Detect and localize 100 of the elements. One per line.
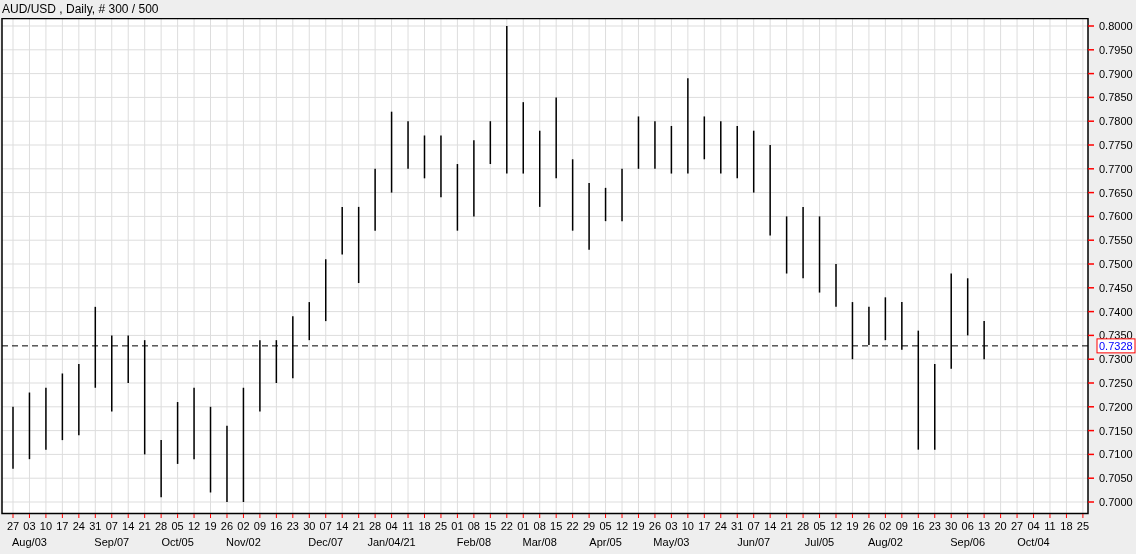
month-label: Sep/06 bbox=[950, 536, 986, 548]
date-label: 23 bbox=[286, 520, 299, 532]
price-label: 0.7750 bbox=[1099, 139, 1133, 151]
date-label: 08 bbox=[467, 520, 480, 532]
date-label: 27 bbox=[1010, 520, 1024, 532]
date-label: 04 bbox=[385, 520, 398, 532]
date-label: 09 bbox=[895, 520, 908, 532]
date-label: 08 bbox=[533, 520, 546, 532]
month-label: Jan/04/21 bbox=[367, 536, 416, 548]
date-label: 30 bbox=[303, 520, 316, 532]
price-label: 0.7300 bbox=[1099, 353, 1133, 366]
date-label: 19 bbox=[846, 520, 859, 532]
date-label: 07 bbox=[747, 520, 760, 532]
date-label: 21 bbox=[780, 520, 793, 532]
date-label: 17 bbox=[56, 520, 69, 532]
date-label: 02 bbox=[237, 520, 250, 532]
date-label: 01 bbox=[517, 520, 530, 532]
price-label: 0.7800 bbox=[1099, 115, 1133, 128]
date-label: 07 bbox=[105, 520, 118, 532]
date-label: 15 bbox=[484, 520, 497, 532]
date-label: 29 bbox=[582, 520, 596, 532]
date-label: 12 bbox=[187, 520, 201, 532]
date-label: 31 bbox=[731, 520, 744, 532]
date-label: 24 bbox=[72, 520, 85, 532]
month-label: Aug/03 bbox=[12, 536, 47, 548]
date-label: 10 bbox=[39, 520, 53, 532]
month-label: May/03 bbox=[653, 536, 690, 548]
price-label: 0.7600 bbox=[1099, 210, 1133, 223]
date-label: 28 bbox=[796, 520, 810, 532]
date-label: 15 bbox=[550, 520, 563, 532]
date-label: 14 bbox=[336, 520, 349, 532]
chart-title: AUD/USD , Daily, # 300 / 500 bbox=[2, 3, 159, 15]
date-label: 22 bbox=[500, 520, 513, 532]
date-label: 17 bbox=[698, 520, 711, 532]
price-label: 0.7700 bbox=[1099, 162, 1133, 175]
price-label: 0.7500 bbox=[1099, 258, 1133, 270]
date-label: 16 bbox=[912, 520, 925, 532]
price-label: 0.7650 bbox=[1099, 186, 1133, 199]
date-label: 11 bbox=[402, 520, 414, 532]
date-label: 13 bbox=[978, 520, 991, 532]
date-label: 21 bbox=[352, 520, 365, 532]
date-label: 30 bbox=[945, 520, 958, 532]
date-label: 26 bbox=[648, 520, 662, 532]
month-label: Feb/08 bbox=[456, 536, 491, 548]
date-label: 16 bbox=[270, 520, 283, 532]
month-label: Sep/07 bbox=[94, 536, 130, 548]
date-label: 10 bbox=[681, 520, 694, 532]
date-label: 12 bbox=[829, 520, 843, 532]
date-label: 19 bbox=[204, 520, 217, 532]
date-label: 04 bbox=[1027, 520, 1040, 532]
price-label: 0.7950 bbox=[1099, 43, 1133, 56]
price-label: 0.7250 bbox=[1099, 377, 1133, 389]
date-label: 22 bbox=[566, 520, 579, 532]
month-label: Oct/05 bbox=[161, 536, 194, 548]
date-label: 23 bbox=[928, 520, 941, 532]
price-label: 0.7850 bbox=[1099, 91, 1133, 104]
date-label: 28 bbox=[155, 520, 168, 532]
month-label: Jul/05 bbox=[804, 536, 835, 548]
date-label: 01 bbox=[451, 520, 464, 532]
date-label: 12 bbox=[615, 520, 629, 532]
date-label: 19 bbox=[632, 520, 645, 532]
date-label: 05 bbox=[599, 520, 612, 532]
current-price-label: 0.7328 bbox=[1099, 339, 1133, 352]
month-label: Mar/08 bbox=[522, 536, 557, 548]
date-label: 03 bbox=[665, 520, 678, 532]
month-label: Dec/07 bbox=[308, 536, 344, 548]
date-label: 03 bbox=[23, 520, 36, 532]
price-label: 0.7100 bbox=[1099, 448, 1133, 461]
date-label: 26 bbox=[220, 520, 234, 532]
price-label: 0.7400 bbox=[1099, 305, 1133, 318]
month-label: Oct/04 bbox=[1017, 536, 1050, 548]
price-label: 0.7900 bbox=[1099, 67, 1133, 80]
date-label: 28 bbox=[369, 520, 382, 532]
month-label: Jun/07 bbox=[737, 536, 771, 548]
date-label: 02 bbox=[879, 520, 892, 532]
date-label: 09 bbox=[253, 520, 266, 532]
date-label: 05 bbox=[813, 520, 826, 532]
month-label: Nov/02 bbox=[226, 536, 261, 548]
month-label: Apr/05 bbox=[589, 536, 622, 548]
date-label: 31 bbox=[89, 520, 102, 532]
price-label: 0.7000 bbox=[1099, 496, 1133, 508]
date-label: 20 bbox=[994, 520, 1007, 532]
month-label: Aug/02 bbox=[867, 536, 903, 548]
date-label: 14 bbox=[122, 520, 135, 532]
date-label: 18 bbox=[1060, 520, 1073, 532]
date-label: 25 bbox=[1076, 520, 1090, 532]
price-label: 0.7150 bbox=[1099, 424, 1133, 437]
date-label: 07 bbox=[319, 520, 332, 532]
price-label: 0.7450 bbox=[1099, 281, 1133, 294]
date-label: 18 bbox=[418, 520, 431, 532]
date-label: 21 bbox=[138, 520, 151, 532]
price-label: 0.7200 bbox=[1099, 400, 1133, 413]
date-label: 25 bbox=[434, 520, 448, 532]
date-label: 24 bbox=[714, 520, 727, 532]
date-label: 14 bbox=[764, 520, 777, 532]
price-label: 0.7050 bbox=[1099, 472, 1133, 485]
date-label: 11 bbox=[1044, 520, 1056, 532]
price-label: 0.8000 bbox=[1099, 20, 1133, 32]
date-label: 06 bbox=[961, 520, 974, 532]
date-label: 27 bbox=[6, 520, 20, 532]
